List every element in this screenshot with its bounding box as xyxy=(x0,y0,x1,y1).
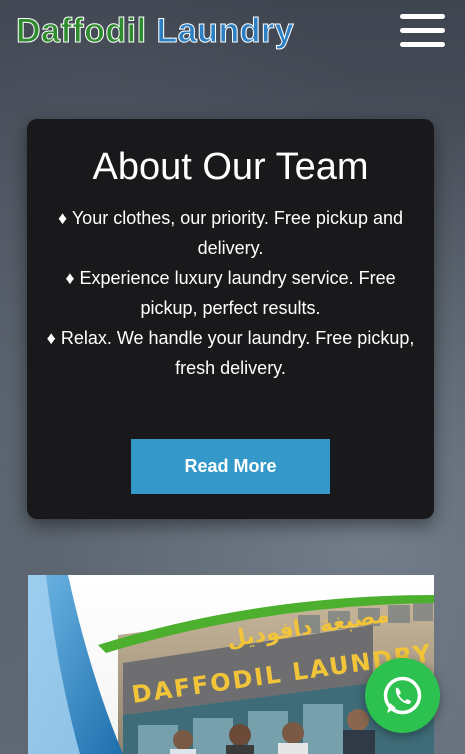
about-line-3: ♦ Relax. We handle your laundry. Free pi… xyxy=(46,328,415,378)
about-team-card: About Our Team ♦ Your clothes, our prior… xyxy=(27,119,434,519)
about-line-2: ♦ Experience luxury laundry service. Fre… xyxy=(65,268,396,318)
whatsapp-glyph xyxy=(383,676,422,715)
about-line-1: ♦ Your clothes, our priority. Free picku… xyxy=(57,208,404,258)
about-title: About Our Team xyxy=(92,146,369,188)
about-text: ♦ Your clothes, our priority. Free picku… xyxy=(45,203,416,383)
brand-word-daffodil: Daffodil xyxy=(16,12,147,51)
menu-bar-bottom xyxy=(400,42,445,47)
read-more-button[interactable]: Read More xyxy=(131,439,330,494)
menu-bar-top xyxy=(400,14,445,19)
brand-word-laundry: Laundry xyxy=(156,12,295,51)
site-header: Daffodil Laundry xyxy=(0,0,465,70)
hamburger-menu-icon[interactable] xyxy=(400,14,445,48)
menu-bar-middle xyxy=(400,28,445,33)
brand-logo[interactable]: Daffodil Laundry xyxy=(16,10,295,52)
whatsapp-icon[interactable] xyxy=(365,658,440,733)
